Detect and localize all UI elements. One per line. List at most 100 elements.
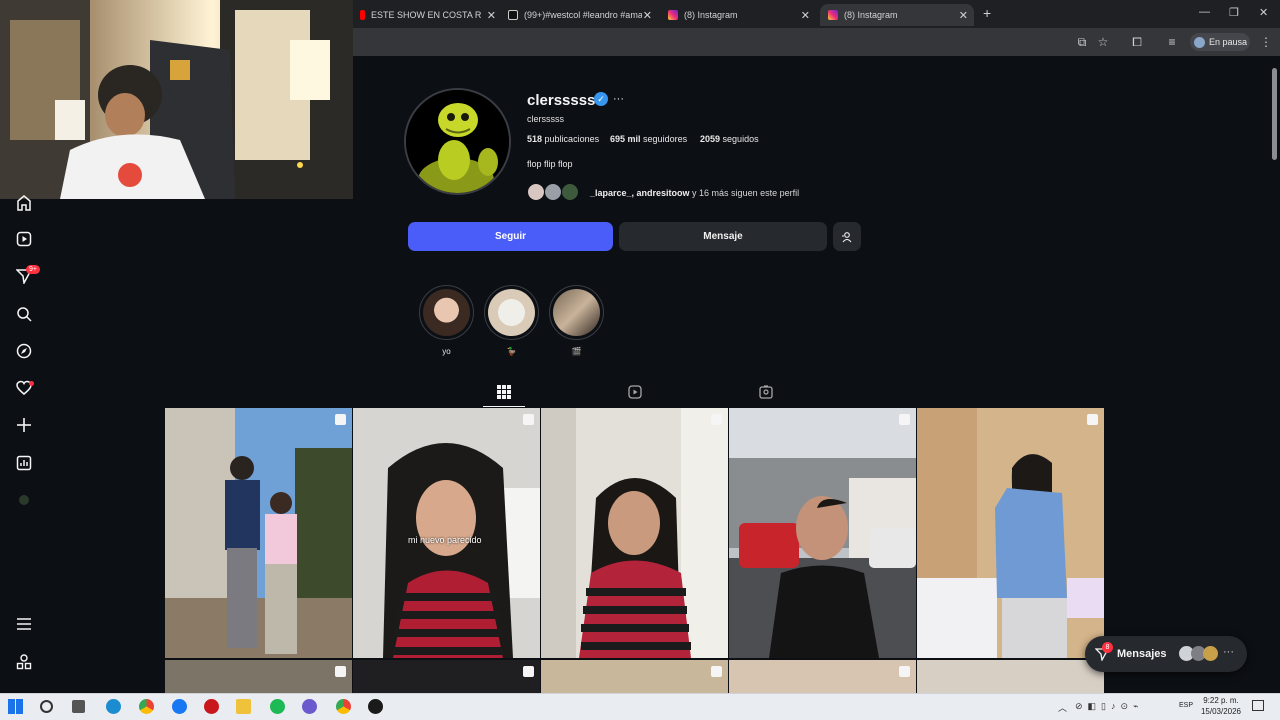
- app-icon[interactable]: [368, 699, 383, 714]
- followers-count: 695 mil: [610, 134, 641, 144]
- notifications-icon[interactable]: [1252, 700, 1264, 711]
- windows-start-icon[interactable]: [8, 699, 23, 714]
- reel-indicator-icon: [899, 414, 910, 425]
- clock-time[interactable]: 9:22 p. m.: [1200, 696, 1242, 705]
- close-tab-icon[interactable]: ✕: [487, 9, 496, 22]
- messages-badge: 8: [1102, 642, 1113, 653]
- post-thumbnail[interactable]: [917, 408, 1104, 658]
- reels-icon[interactable]: [16, 231, 32, 247]
- profile-avatar-icon[interactable]: [16, 492, 32, 508]
- post-thumbnail[interactable]: [729, 660, 916, 693]
- reel-indicator-icon: [1087, 414, 1098, 425]
- dashboard-icon[interactable]: [16, 455, 32, 471]
- webcam-feed-image: [0, 0, 353, 199]
- reel-indicator-icon: [335, 666, 346, 677]
- chrome-icon[interactable]: [336, 699, 351, 714]
- close-tab-icon[interactable]: ✕: [801, 9, 810, 22]
- post-thumbnail[interactable]: [729, 408, 916, 658]
- more-options-icon[interactable]: ···: [613, 93, 624, 105]
- post-caption-overlay: mi nuevo parecido: [408, 535, 482, 545]
- browser-tab-instagram-active[interactable]: (8) Instagram ✕: [820, 4, 974, 26]
- browser-tab-instagram[interactable]: (8) Instagram ✕: [660, 4, 816, 26]
- page-scrollbar[interactable]: [1272, 68, 1277, 160]
- search-icon[interactable]: [40, 700, 53, 713]
- explore-compass-icon[interactable]: [16, 343, 32, 359]
- posts-label: publicaciones: [544, 134, 600, 144]
- profile-bio: flop flip flop: [527, 159, 573, 169]
- post-thumbnail[interactable]: [541, 408, 728, 658]
- language-indicator[interactable]: ESP: [1179, 702, 1193, 709]
- bookmark-star-icon[interactable]: ☆: [1096, 36, 1110, 48]
- follower-avatar: [527, 183, 545, 201]
- post-thumbnail[interactable]: [165, 660, 352, 693]
- task-view-icon[interactable]: [72, 700, 85, 713]
- post-thumbnail[interactable]: [165, 408, 352, 658]
- file-explorer-icon[interactable]: [236, 699, 251, 714]
- post-thumbnail[interactable]: [353, 660, 540, 693]
- app-icon[interactable]: [204, 699, 219, 714]
- minimize-icon[interactable]: —: [1199, 6, 1210, 18]
- close-window-icon[interactable]: ✕: [1259, 6, 1268, 19]
- following-label: seguidos: [722, 134, 759, 144]
- clock-date[interactable]: 15/03/2026: [1198, 707, 1244, 716]
- followers-label: seguidores: [643, 134, 688, 144]
- browser-tab-youtube[interactable]: ESTE SHOW EN COSTA RICA SE ✕: [352, 4, 502, 26]
- following-count: 2059: [700, 134, 721, 144]
- browser-tab-tiktok[interactable]: (99+)#westcol #leandro #aman ✕: [500, 4, 658, 26]
- active-tab-indicator: [483, 406, 525, 407]
- tab-title: (8) Instagram: [684, 10, 738, 20]
- messages-label: Mensajes: [1117, 648, 1167, 660]
- tab-title: (99+)#westcol #leandro #aman: [524, 10, 642, 20]
- close-tab-icon[interactable]: ✕: [959, 9, 968, 22]
- threads-apps-icon[interactable]: [16, 654, 32, 670]
- post-image: [541, 408, 728, 658]
- create-plus-icon[interactable]: [16, 417, 32, 433]
- system-tray-chevron-icon[interactable]: ︿: [1058, 701, 1067, 714]
- notification-badge: 9+: [26, 265, 40, 274]
- search-icon[interactable]: [16, 306, 32, 322]
- following-stat[interactable]: 2059 seguidos: [700, 134, 759, 144]
- close-tab-icon[interactable]: ✕: [643, 9, 652, 22]
- profile-pill[interactable]: En pausa: [1190, 33, 1250, 51]
- message-button[interactable]: Mensaje: [619, 222, 827, 251]
- instagram-icon: [668, 10, 678, 20]
- new-tab-icon[interactable]: +: [983, 5, 991, 21]
- followed-by-text[interactable]: _laparce_, andresitoow y 16 más siguen e…: [590, 188, 799, 198]
- spotify-icon[interactable]: [270, 699, 285, 714]
- extensions-icon[interactable]: ⧠: [1130, 36, 1144, 48]
- followers-stat[interactable]: 695 mil seguidores: [610, 134, 687, 144]
- install-app-icon[interactable]: ⧉: [1075, 36, 1089, 48]
- story-highlight[interactable]: [419, 285, 474, 340]
- post-thumbnail[interactable]: [541, 660, 728, 693]
- story-highlight[interactable]: [549, 285, 604, 340]
- media-control-icon[interactable]: ≡: [1165, 36, 1179, 48]
- chrome-icon[interactable]: [139, 699, 154, 714]
- post-thumbnail[interactable]: [917, 660, 1104, 693]
- reel-indicator-icon: [523, 414, 534, 425]
- tab-posts-grid-icon[interactable]: [497, 385, 511, 399]
- messages-dock[interactable]: 8 Mensajes ···: [1085, 636, 1247, 672]
- tiktok-icon: [508, 10, 518, 20]
- restore-icon[interactable]: ❐: [1229, 6, 1239, 19]
- tab-tagged-icon[interactable]: [759, 385, 773, 399]
- avatar: [1203, 646, 1218, 661]
- system-tray-icons[interactable]: ⊘◧▯♪⊙⌁: [1075, 701, 1143, 712]
- highlight-label: 🦆: [506, 347, 517, 356]
- suggested-users-button[interactable]: [833, 222, 861, 251]
- app-icon[interactable]: [302, 699, 317, 714]
- profile-username: clersssss: [527, 92, 596, 109]
- story-highlight[interactable]: [484, 285, 539, 340]
- menu-hamburger-icon[interactable]: [16, 616, 32, 632]
- kebab-menu-icon[interactable]: ⋮: [1259, 36, 1273, 48]
- facebook-icon[interactable]: [172, 699, 187, 714]
- profile-avatar[interactable]: [404, 88, 511, 195]
- highlight-cover-image: [553, 289, 600, 336]
- home-icon[interactable]: [16, 195, 32, 211]
- edge-browser-icon[interactable]: [106, 699, 121, 714]
- follow-button[interactable]: Seguir: [408, 222, 613, 251]
- youtube-icon: [360, 10, 365, 20]
- tab-reels-icon[interactable]: [628, 385, 642, 399]
- highlight-cover-image: [488, 289, 535, 336]
- profile-pill-label: En pausa: [1209, 37, 1248, 47]
- post-thumbnail[interactable]: [353, 408, 540, 658]
